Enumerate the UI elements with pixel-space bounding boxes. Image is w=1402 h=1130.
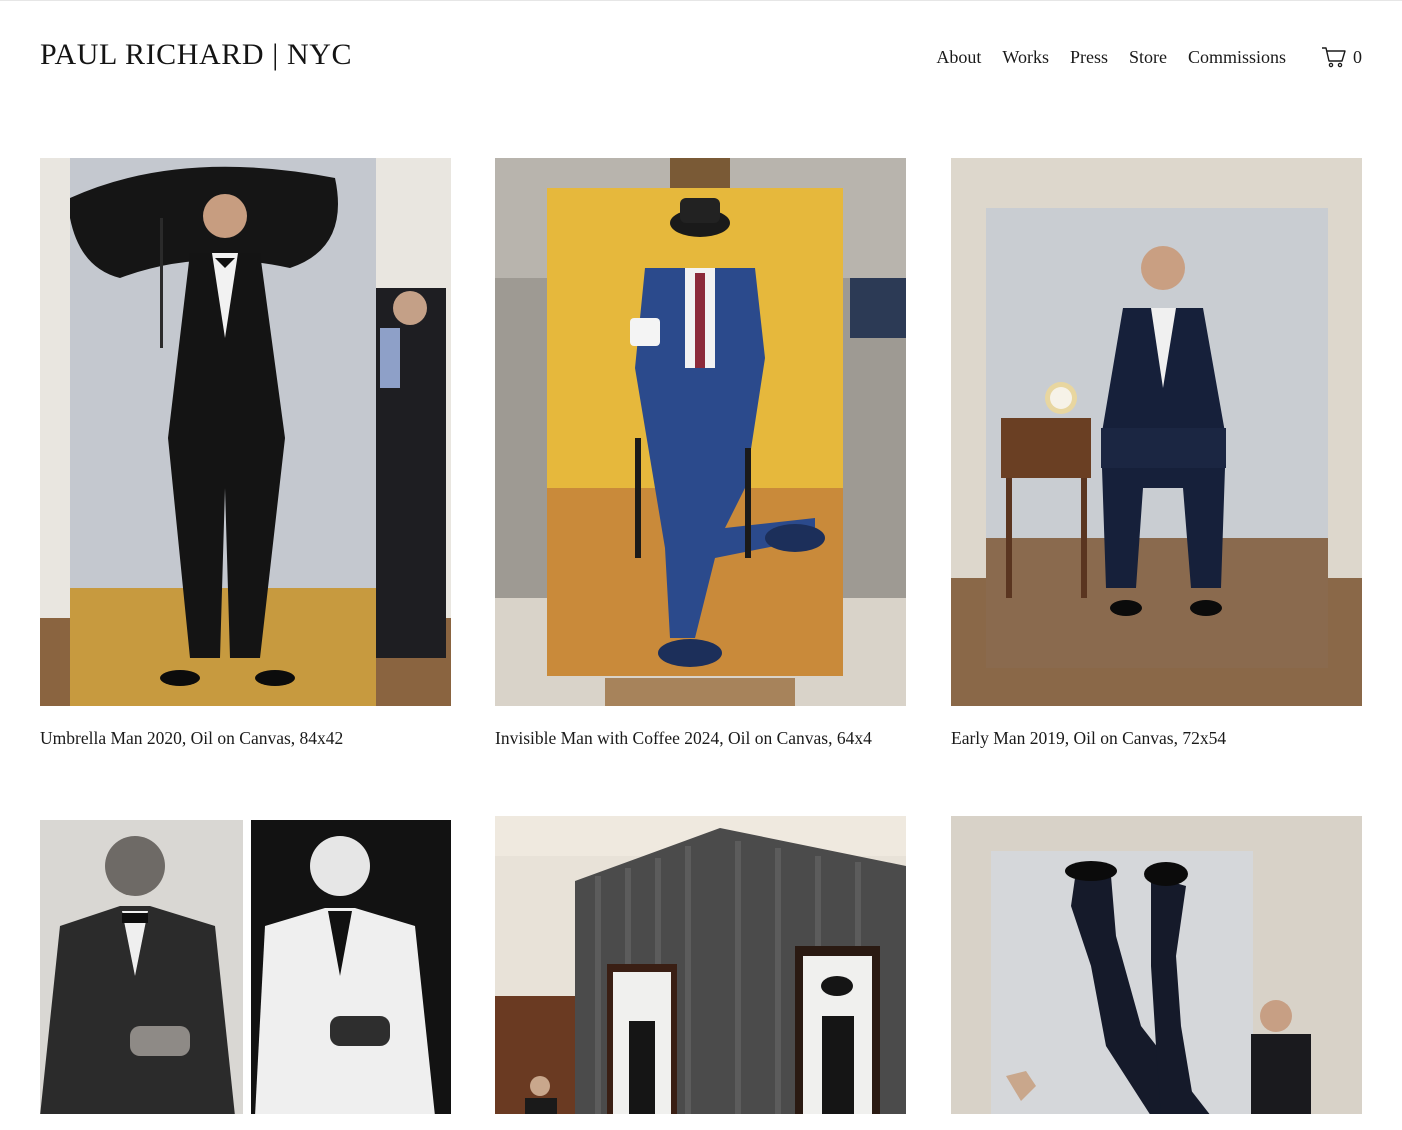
cart-button[interactable]: 0 [1321, 46, 1362, 68]
top-border [0, 0, 1402, 1]
site-header: PAUL RICHARD | NYC About Works Press Sto… [40, 36, 1362, 80]
cart-count: 0 [1353, 46, 1362, 67]
nav-about[interactable]: About [936, 47, 981, 68]
work-caption[interactable]: Early Man 2019, Oil on Canvas, 72x54 [951, 728, 1226, 749]
work-image-early-man[interactable] [951, 158, 1362, 706]
work-caption[interactable]: Invisible Man with Coffee 2024, Oil on C… [495, 728, 872, 749]
site-title[interactable]: PAUL RICHARD | NYC [40, 38, 352, 72]
page-bottom-edge [0, 1114, 1402, 1130]
work-image-installation[interactable] [495, 816, 906, 1116]
work-caption[interactable]: Umbrella Man 2020, Oil on Canvas, 84x42 [40, 728, 343, 749]
nav-store[interactable]: Store [1129, 47, 1167, 68]
main-nav: About Works Press Store Commissions 0 [915, 46, 1362, 68]
work-image-invisible-man-coffee[interactable] [495, 158, 906, 706]
work-image-diptych[interactable] [40, 816, 451, 1116]
work-image-umbrella-man[interactable] [40, 158, 451, 706]
work-image-falling-man[interactable] [951, 816, 1362, 1116]
nav-works[interactable]: Works [1002, 47, 1049, 68]
nav-commissions[interactable]: Commissions [1188, 47, 1286, 68]
cart-icon [1322, 47, 1346, 68]
nav-press[interactable]: Press [1070, 47, 1108, 68]
